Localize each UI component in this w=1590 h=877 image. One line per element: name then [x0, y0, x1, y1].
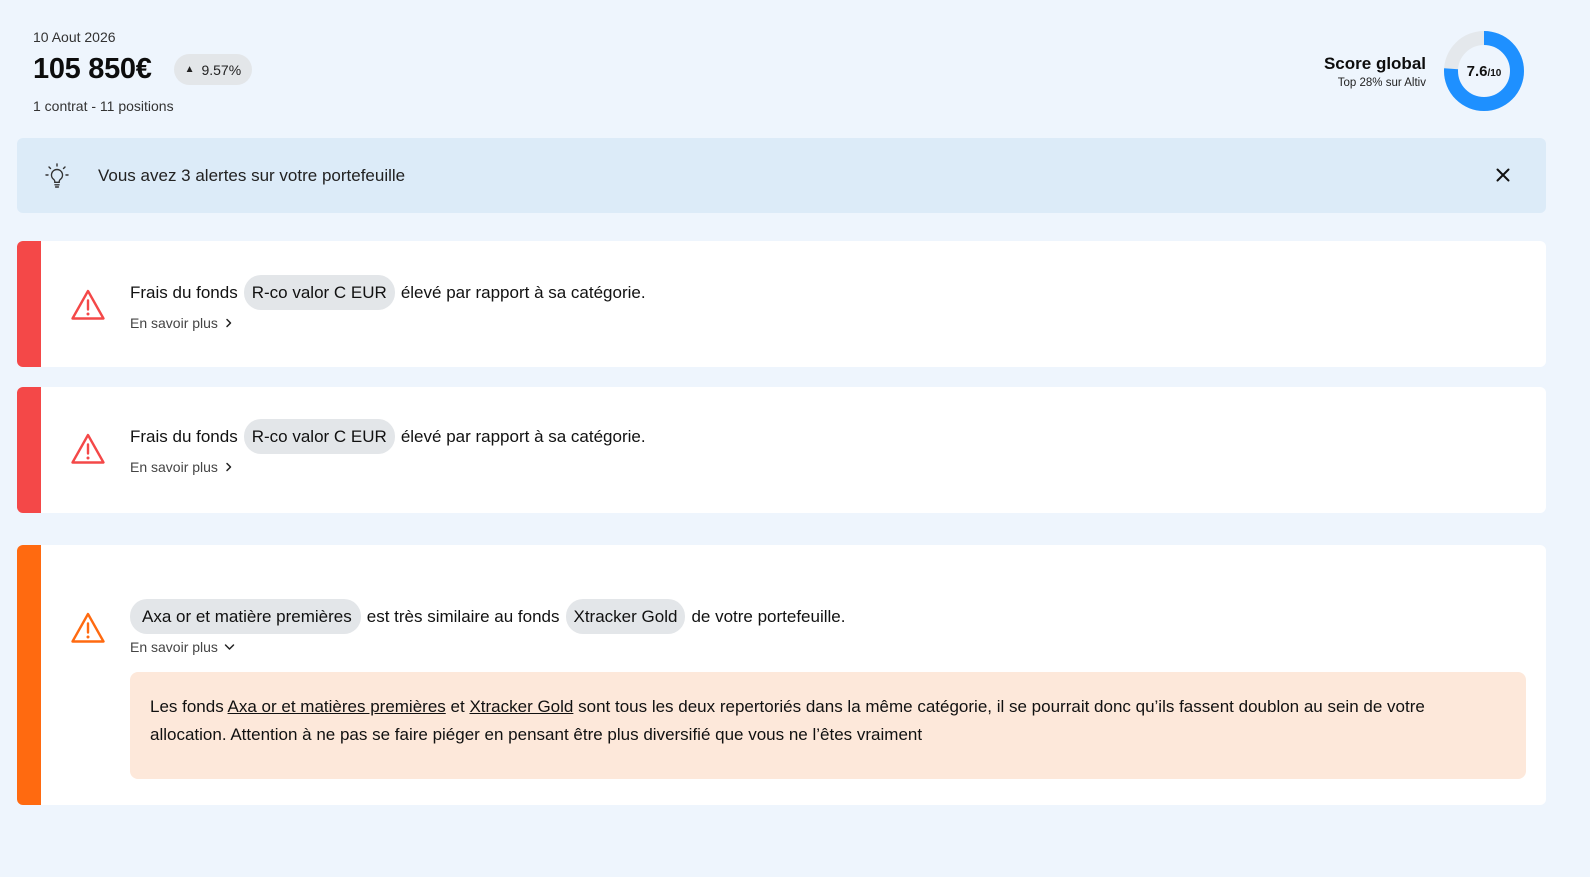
fund-link-a[interactable]: Axa or et matières premières [228, 697, 446, 716]
alert-content: Frais du fonds R-co valor C EUR élevé pa… [130, 275, 1526, 333]
alert-prefix: Frais du fonds [130, 282, 238, 302]
portfolio-alerts-page: 10 Aout 2026 105 850€ ▲ 9.57% 1 contrat … [0, 0, 1590, 877]
score-title: Score global [1323, 53, 1426, 73]
close-banner-button[interactable] [1492, 164, 1514, 186]
detail-text-1: Les fonds [150, 697, 224, 716]
close-icon [1496, 168, 1510, 182]
positions-count: 1 contrat - 11 positions [33, 98, 174, 114]
warning-icon [71, 289, 105, 320]
detail-text-2: et [450, 697, 465, 716]
alert-suffix: élevé par rapport à sa catégorie. [400, 426, 646, 446]
alert-message: Frais du fonds R-co valor C EUR élevé pa… [130, 419, 1526, 454]
learn-more-toggle[interactable]: En savoir plus [130, 639, 235, 655]
learn-more-link[interactable]: En savoir plus [130, 315, 234, 331]
portfolio-amount: 105 850€ [33, 53, 152, 85]
learn-more-label: En savoir plus [130, 315, 218, 331]
score-label: 7.6/10 [1444, 31, 1524, 111]
chevron-right-icon [226, 318, 232, 328]
severity-stripe-high [17, 387, 41, 513]
performance-value: 9.57% [201, 61, 242, 78]
arrow-up-icon: ▲ [184, 64, 195, 75]
fund-chip-b[interactable]: Xtracker Gold [565, 599, 686, 634]
alert-suffix: élevé par rapport à sa catégorie. [400, 282, 646, 302]
score-text: Score global Top 28% sur Altiv [1324, 54, 1426, 89]
chevron-right-icon [226, 462, 232, 472]
score-value: 7.6 [1466, 62, 1488, 80]
warning-icon [71, 612, 105, 643]
global-score: Score global Top 28% sur Altiv 7.6/10 [1324, 31, 1524, 111]
fund-chip[interactable]: R-co valor C EUR [243, 419, 395, 454]
performance-badge: ▲ 9.57% [173, 54, 253, 85]
fund-link-b[interactable]: Xtracker Gold [469, 697, 573, 716]
alert-content: Axa or et matière premières est très sim… [130, 599, 1526, 779]
learn-more-label: En savoir plus [130, 459, 218, 475]
alert-suffix: de votre portefeuille. [691, 606, 846, 626]
severity-stripe-medium [17, 545, 41, 805]
learn-more-link[interactable]: En savoir plus [130, 459, 234, 475]
fund-chip[interactable]: R-co valor C EUR [243, 275, 395, 310]
alerts-banner: Vous avez 3 alertes sur votre portefeuil… [17, 138, 1546, 213]
alert-detail-panel: Les fonds Axa or et matières premières e… [130, 672, 1526, 779]
alert-card-fees-1: Frais du fonds R-co valor C EUR élevé pa… [17, 241, 1546, 367]
score-subtitle: Top 28% sur Altiv [1337, 76, 1426, 89]
warning-icon [71, 433, 105, 464]
learn-more-label: En savoir plus [130, 639, 218, 655]
score-suffix: /10 [1487, 67, 1502, 79]
alert-card-fees-2: Frais du fonds R-co valor C EUR élevé pa… [17, 387, 1546, 513]
alert-middle: est très similaire au fonds [366, 606, 560, 626]
alert-message: Axa or et matière premières est très sim… [130, 599, 1526, 634]
alert-content: Frais du fonds R-co valor C EUR élevé pa… [130, 419, 1526, 477]
alert-prefix: Frais du fonds [130, 426, 238, 446]
score-gauge: 7.6/10 [1444, 31, 1524, 111]
portfolio-summary: 10 Aout 2026 105 850€ ▲ 9.57% 1 contrat … [33, 29, 253, 114]
banner-text: Vous avez 3 alertes sur votre portefeuil… [98, 165, 406, 185]
chevron-down-icon [224, 644, 235, 650]
severity-stripe-high [17, 241, 41, 367]
amount-row: 105 850€ ▲ 9.57% [33, 53, 253, 86]
lightbulb-icon [45, 162, 69, 188]
alert-message: Frais du fonds R-co valor C EUR élevé pa… [130, 275, 1526, 310]
summary-date: 10 Aout 2026 [33, 29, 116, 45]
fund-chip-a[interactable]: Axa or et matière premières [130, 599, 361, 634]
alert-card-similar-funds: Axa or et matière premières est très sim… [17, 545, 1546, 805]
